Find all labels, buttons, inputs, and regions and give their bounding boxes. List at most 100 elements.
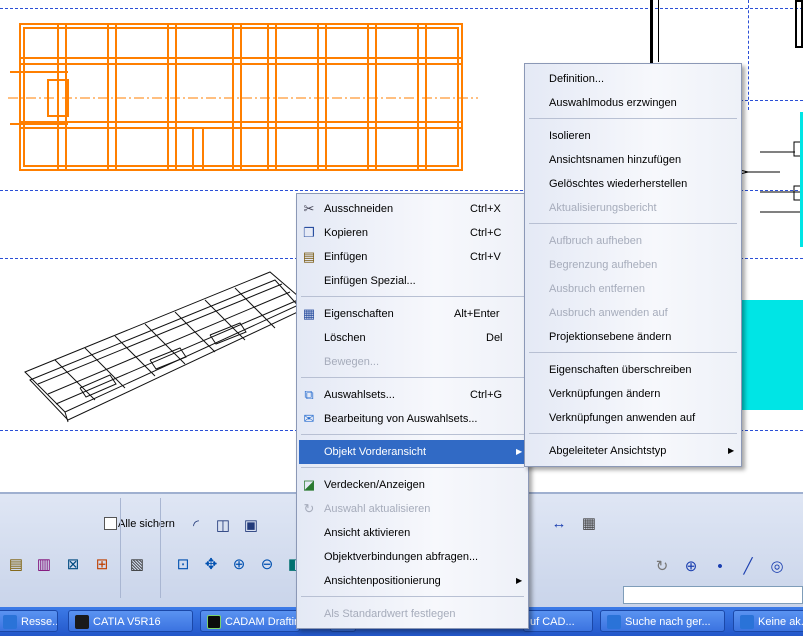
title-block — [795, 0, 803, 48]
grid-icon[interactable]: ⊞ — [91, 553, 113, 575]
menu-item-paste-special[interactable]: Einfügen Spezial... — [297, 269, 528, 293]
section-view-part[interactable] — [742, 300, 803, 410]
submenu-item-remove-broken-out: Ausbruch entfernen — [525, 277, 741, 301]
context-menu: ✂ Ausschneiden Ctrl+X ❐ Kopieren Ctrl+C … — [296, 193, 529, 629]
menu-item-label: Bearbeitung von Auswahlsets... — [324, 413, 478, 425]
taskbar-item[interactable]: Suche nach ger... — [600, 610, 725, 632]
select-icon[interactable]: ▧ — [126, 553, 148, 575]
taskbar-item[interactable]: CATIA V5R16 — [68, 610, 193, 632]
fit-all-icon[interactable]: ⊡ — [172, 553, 194, 575]
submenu-item-change-projection-plane[interactable]: Projektionsebene ändern — [525, 325, 741, 349]
mirror-icon[interactable]: ◫ — [212, 514, 234, 536]
submenu-item-remove-breakout: Aufbruch aufheben — [525, 229, 741, 253]
menu-item-shortcut: Alt+Enter — [454, 308, 500, 320]
taskbar-item-label: uf CAD... — [530, 616, 575, 628]
submenu-item-update-report: Aktualisierungsbericht — [525, 196, 741, 220]
command-input[interactable] — [623, 586, 803, 604]
line-icon[interactable]: ╱ — [737, 555, 759, 577]
menu-item-activate-view[interactable]: Ansicht aktivieren — [297, 521, 528, 545]
taskbar-item[interactable]: CADAM Drafting — [200, 610, 300, 632]
menu-item-label: Gelöschtes wiederherstellen — [549, 178, 688, 190]
menu-item-label: Verknüpfungen anwenden auf — [549, 412, 696, 424]
border-line — [658, 0, 659, 62]
menu-item-shortcut: Del — [486, 332, 503, 344]
target-icon[interactable]: ⊕ — [680, 555, 702, 577]
menu-item-label: Begrenzung aufheben — [549, 259, 658, 271]
submenu-item-change-links[interactable]: Verknüpfungen ändern — [525, 382, 741, 406]
menu-item-label: Kopieren — [324, 227, 369, 239]
zoom-out-icon[interactable]: ⊖ — [256, 553, 278, 575]
hide-show-icon: ◪ — [302, 477, 316, 492]
menu-item-selection-sets[interactable]: ⧉ Auswahlsets... Ctrl+G — [297, 383, 528, 407]
menu-item-label: Auswahlsets... — [324, 389, 395, 401]
menu-item-update-selection: ↻ Auswahl aktualisieren — [297, 497, 528, 521]
menu-item-object-front-view[interactable]: Objekt Vorderansicht ▶ — [299, 440, 526, 464]
point-icon[interactable]: • — [709, 555, 731, 577]
menu-item-paste[interactable]: ▤ Einfügen Ctrl+V — [297, 245, 528, 269]
taskbar-item[interactable]: Keine ak... — [733, 610, 803, 632]
detail-icon[interactable]: ⊠ — [62, 553, 84, 575]
taskbar-item-label: Resse... — [21, 616, 58, 628]
stamp-icon[interactable]: ▦ — [578, 512, 600, 534]
taskbar-item[interactable]: uf CAD... — [523, 610, 593, 632]
menu-item-label: Projektionsebene ändern — [549, 331, 672, 343]
submenu-item-apply-links[interactable]: Verknüpfungen anwenden auf — [525, 406, 741, 430]
submenu-arrow-icon: ▶ — [516, 576, 523, 585]
menu-item-delete[interactable]: Löschen Del — [297, 326, 528, 350]
pan-icon[interactable]: ✥ — [200, 553, 222, 575]
front-view-submenu: Definition... Auswahlmodus erzwingen Iso… — [524, 63, 742, 467]
menu-separator — [529, 352, 737, 353]
menu-separator — [529, 223, 737, 224]
cycle-icon[interactable]: ↻ — [651, 555, 673, 577]
sheet-icon[interactable]: ▤ — [5, 553, 27, 575]
menu-item-cut[interactable]: ✂ Ausschneiden Ctrl+X — [297, 197, 528, 221]
submenu-item-restore-deleted[interactable]: Gelöschtes wiederherstellen — [525, 172, 741, 196]
frame-icon[interactable]: ▣ — [240, 514, 262, 536]
toolbar-separator — [160, 498, 161, 598]
menu-separator — [301, 596, 524, 597]
menu-item-copy[interactable]: ❐ Kopieren Ctrl+C — [297, 221, 528, 245]
menu-separator — [301, 377, 524, 378]
isometric-view-part[interactable] — [20, 262, 310, 432]
taskbar-item[interactable]: Resse... — [0, 610, 58, 632]
submenu-item-definition[interactable]: Definition... — [525, 67, 741, 91]
menu-item-edit-selection-sets[interactable]: ✉ Bearbeitung von Auswahlsets... — [297, 407, 528, 431]
menu-item-properties[interactable]: ▦ Eigenschaften Alt+Enter — [297, 302, 528, 326]
menu-item-label: Eigenschaften — [324, 308, 394, 320]
submenu-arrow-icon: ▶ — [728, 446, 735, 455]
edit-selection-sets-icon: ✉ — [303, 411, 315, 426]
copy-icon: ❐ — [303, 225, 315, 240]
submenu-item-add-view-names[interactable]: Ansichtsnamen hinzufügen — [525, 148, 741, 172]
menu-separator — [529, 433, 737, 434]
menu-item-label: Abgeleiteter Ansichtstyp — [549, 445, 667, 457]
menu-item-query-object-links[interactable]: Objektverbindungen abfragen... — [297, 545, 528, 569]
top-view-part[interactable] — [8, 18, 488, 178]
menu-item-label: Ausbruch anwenden auf — [549, 307, 668, 319]
menu-item-label: Verdecken/Anzeigen — [324, 479, 425, 491]
menu-item-label: Als Standardwert festlegen — [324, 608, 456, 620]
submenu-item-derived-view-type[interactable]: Abgeleiteter Ansichtstyp ▶ — [525, 439, 741, 463]
zoom-in-icon[interactable]: ⊕ — [228, 553, 250, 575]
menu-item-view-positioning[interactable]: Ansichtenpositionierung ▶ — [297, 569, 528, 593]
view-icon[interactable]: ▥ — [33, 553, 55, 575]
menu-item-label: Ansichtenpositionierung — [324, 575, 441, 587]
arc-icon[interactable]: ◜ — [185, 514, 207, 536]
menu-item-hide-show[interactable]: ◪ Verdecken/Anzeigen — [297, 473, 528, 497]
menu-item-label: Bewegen... — [324, 356, 380, 368]
menu-item-label: Objekt Vorderansicht — [324, 446, 427, 458]
menu-item-shortcut: Ctrl+C — [470, 227, 502, 239]
circle-icon[interactable]: ◎ — [766, 555, 788, 577]
submenu-item-force-selection-mode[interactable]: Auswahlmodus erzwingen — [525, 91, 741, 115]
view-frame-line — [748, 0, 749, 110]
ie-icon — [607, 615, 621, 630]
dimension-icon[interactable]: ↔ — [548, 512, 570, 534]
submenu-item-isolate[interactable]: Isolieren — [525, 124, 741, 148]
menu-item-label: Objektverbindungen abfragen... — [324, 551, 479, 563]
submenu-item-overload-properties[interactable]: Eigenschaften überschreiben — [525, 358, 741, 382]
view-frame-line — [0, 8, 803, 9]
menu-item-label: Ansichtsnamen hinzufügen — [549, 154, 682, 166]
menu-item-label: Löschen — [324, 332, 366, 344]
menu-item-label: Auswahl aktualisieren — [324, 503, 431, 515]
save-all-checkbox[interactable] — [104, 517, 117, 530]
border-line — [650, 0, 653, 70]
